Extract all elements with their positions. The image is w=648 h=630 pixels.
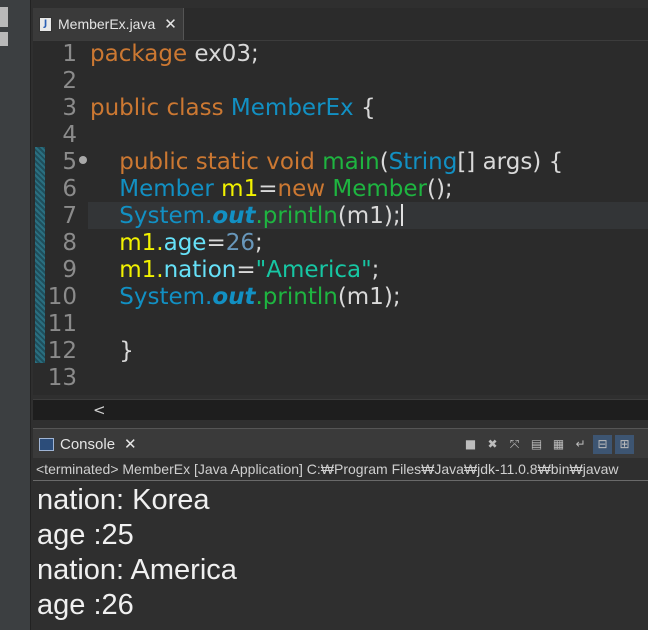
left-panel-strip: [0, 0, 31, 630]
method-token: main: [322, 149, 380, 175]
code-token: ex03;: [187, 41, 259, 67]
scroll-left-arrow[interactable]: <: [93, 400, 106, 420]
class-name-token: Member: [119, 176, 214, 202]
code-token: (: [379, 149, 389, 175]
line-number: 5: [62, 149, 77, 175]
code-line: System.out.println(m1);: [90, 203, 403, 230]
field-token: age: [163, 230, 207, 256]
close-icon[interactable]: ✕: [164, 15, 177, 33]
keyword-token: new: [277, 176, 326, 202]
console-icon: [39, 437, 54, 451]
java-file-icon: J: [39, 16, 52, 32]
field-token: nation: [163, 257, 237, 283]
code-line: Member m1=new Member();: [90, 176, 453, 203]
method-token: .println: [255, 284, 338, 310]
code-line: m1.age=26;: [90, 230, 263, 257]
code-token: (m1);: [337, 203, 401, 229]
code-line: public static void main(String[] args) {: [90, 149, 563, 176]
panel-marker: [0, 7, 8, 27]
keyword-token: public class: [90, 95, 224, 121]
code-token: {: [353, 95, 376, 121]
code-token: ();: [426, 176, 453, 202]
remove-launch-icon[interactable]: ✖: [483, 435, 502, 454]
output-line: age :25: [37, 519, 134, 551]
tab-title: Console: [60, 435, 116, 453]
remove-all-icon[interactable]: ⤧: [505, 435, 524, 454]
tab-title: MemberEx.java: [58, 16, 156, 32]
variable-token: m1.: [119, 230, 164, 256]
launch-description: <terminated> MemberEx [Java Application]…: [36, 461, 619, 477]
console-status-line: <terminated> MemberEx [Java Application]…: [33, 458, 648, 481]
console-tab-bar: Console ✕ ■ ✖ ⤧ ▤ ▦ ↵ ⊟ ⊞: [33, 428, 648, 459]
console-output[interactable]: nation: Korea age :25 nation: America ag…: [33, 481, 648, 630]
code-token: [] args) {: [457, 149, 564, 175]
word-wrap-icon[interactable]: ↵: [571, 435, 590, 454]
constructor-token: Member: [332, 176, 427, 202]
horizontal-scrollbar[interactable]: <: [33, 399, 648, 420]
class-name-token: String: [388, 149, 458, 175]
string-token: "America": [255, 257, 372, 283]
code-token: =: [258, 176, 278, 202]
tab-memberex-java[interactable]: J MemberEx.java ✕: [33, 8, 184, 40]
line-number: 9: [62, 257, 77, 283]
text-caret: [400, 204, 403, 226]
editor-tab-bar: J MemberEx.java ✕: [33, 8, 648, 41]
line-number: 13: [47, 365, 77, 391]
code-editor[interactable]: 1 2 3 4 5 6 7 8 9 10 11 12 13 package ex…: [33, 41, 648, 395]
class-name-token: System.: [119, 203, 213, 229]
variable-token: m1: [221, 176, 259, 202]
line-number: 4: [62, 122, 77, 148]
method-token: .println: [255, 203, 338, 229]
line-number: 7: [62, 203, 77, 229]
class-name-token: MemberEx: [230, 95, 354, 121]
code-token: ;: [371, 257, 380, 283]
code-token: ;: [255, 230, 263, 256]
output-line: nation: Korea: [37, 484, 210, 516]
line-number: 12: [47, 338, 77, 364]
pin-console-icon[interactable]: ⊟: [593, 434, 612, 454]
close-icon[interactable]: ✕: [124, 435, 137, 453]
number-token: 26: [225, 230, 256, 256]
code-line: package ex03;: [90, 41, 259, 68]
fold-toggle-icon[interactable]: [79, 156, 87, 164]
line-number: 3: [62, 95, 77, 121]
line-number: 6: [62, 176, 77, 202]
variable-token: m1.: [119, 257, 164, 283]
display-console-icon[interactable]: ⊞: [615, 434, 634, 454]
keyword-token: public static void: [119, 149, 315, 175]
output-line: nation: America: [37, 554, 237, 586]
static-field-token: out: [212, 203, 256, 229]
code-token: =: [206, 230, 226, 256]
code-token: (m1);: [337, 284, 401, 310]
line-number: 1: [62, 41, 77, 67]
scroll-lock-icon[interactable]: ▦: [549, 435, 568, 454]
static-field-token: out: [212, 284, 256, 310]
code-token: =: [236, 257, 256, 283]
clear-console-icon[interactable]: ▤: [527, 435, 546, 454]
stop-icon[interactable]: ■: [461, 435, 480, 454]
line-number: 10: [47, 284, 77, 310]
line-number: 8: [62, 230, 77, 256]
code-line: System.out.println(m1);: [90, 284, 401, 311]
console-toolbar: ■ ✖ ⤧ ▤ ▦ ↵ ⊟ ⊞: [461, 433, 634, 455]
code-line: public class MemberEx {: [90, 95, 376, 122]
panel-marker: [0, 32, 8, 46]
line-number: 11: [47, 311, 77, 337]
code-line: }: [90, 338, 134, 365]
line-number: 2: [62, 68, 77, 94]
code-line: m1.nation="America";: [90, 257, 379, 284]
keyword-token: package: [90, 41, 188, 67]
tab-console[interactable]: Console ✕: [33, 429, 138, 459]
output-line: age :26: [37, 589, 134, 621]
code-token: }: [119, 338, 134, 364]
class-name-token: System.: [119, 284, 213, 310]
